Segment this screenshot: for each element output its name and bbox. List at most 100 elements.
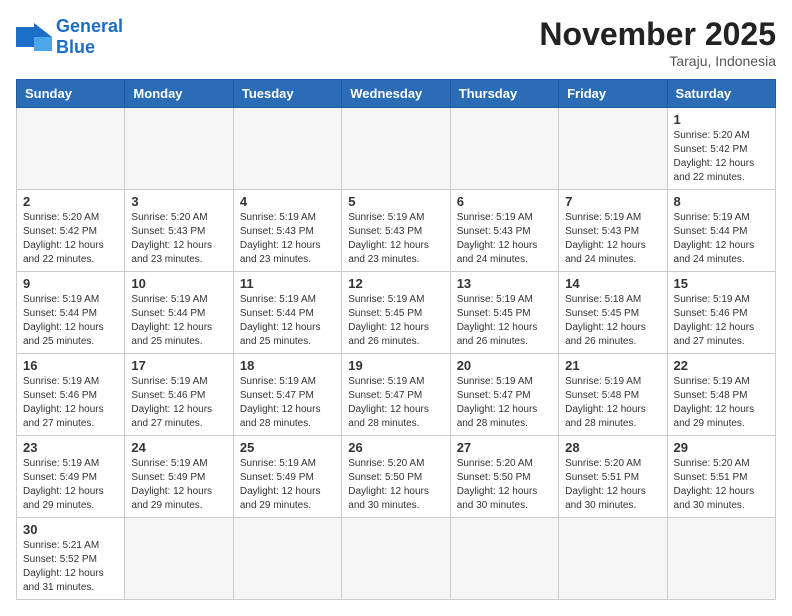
calendar-week-row: 16 Sunrise: 5:19 AM Sunset: 5:46 PM Dayli… bbox=[17, 354, 776, 436]
day-info: Sunrise: 5:20 AM Sunset: 5:50 PM Dayligh… bbox=[457, 457, 552, 513]
calendar-cell bbox=[233, 108, 341, 190]
calendar-cell: 29 Sunrise: 5:20 AM Sunset: 5:51 PM Dayli… bbox=[667, 436, 775, 518]
day-number: 28 bbox=[565, 440, 660, 455]
day-info: Sunrise: 5:19 AM Sunset: 5:49 PM Dayligh… bbox=[240, 457, 335, 513]
calendar-cell bbox=[667, 518, 775, 600]
calendar-cell: 6 Sunrise: 5:19 AM Sunset: 5:43 PM Daylig… bbox=[450, 190, 558, 272]
day-number: 19 bbox=[348, 358, 443, 373]
day-number: 8 bbox=[674, 194, 769, 209]
day-number: 1 bbox=[674, 112, 769, 127]
calendar-week-row: 30 Sunrise: 5:21 AM Sunset: 5:52 PM Dayli… bbox=[17, 518, 776, 600]
calendar-cell: 10 Sunrise: 5:19 AM Sunset: 5:44 PM Dayli… bbox=[125, 272, 233, 354]
day-info: Sunrise: 5:19 AM Sunset: 5:44 PM Dayligh… bbox=[674, 211, 769, 267]
calendar-cell bbox=[450, 108, 558, 190]
calendar-cell: 25 Sunrise: 5:19 AM Sunset: 5:49 PM Dayli… bbox=[233, 436, 341, 518]
calendar-cell: 28 Sunrise: 5:20 AM Sunset: 5:51 PM Dayli… bbox=[559, 436, 667, 518]
day-info: Sunrise: 5:20 AM Sunset: 5:50 PM Dayligh… bbox=[348, 457, 443, 513]
day-info: Sunrise: 5:19 AM Sunset: 5:44 PM Dayligh… bbox=[23, 293, 118, 349]
calendar-cell: 5 Sunrise: 5:19 AM Sunset: 5:43 PM Daylig… bbox=[342, 190, 450, 272]
day-number: 25 bbox=[240, 440, 335, 455]
calendar-cell: 17Sunrise: 5:19 AM Sunset: 5:46 PM Dayli… bbox=[125, 354, 233, 436]
day-number: 6 bbox=[457, 194, 552, 209]
calendar-cell: 8 Sunrise: 5:19 AM Sunset: 5:44 PM Daylig… bbox=[667, 190, 775, 272]
day-number: 24 bbox=[131, 440, 226, 455]
day-info: Sunrise: 5:20 AM Sunset: 5:43 PM Dayligh… bbox=[131, 211, 226, 267]
calendar-cell: 21 Sunrise: 5:19 AM Sunset: 5:48 PM Dayli… bbox=[559, 354, 667, 436]
logo-text: GeneralBlue bbox=[56, 16, 123, 57]
day-info: Sunrise: 5:19 AM Sunset: 5:46 PM Dayligh… bbox=[674, 293, 769, 349]
calendar-cell: 24 Sunrise: 5:19 AM Sunset: 5:49 PM Dayli… bbox=[125, 436, 233, 518]
location-subtitle: Taraju, Indonesia bbox=[539, 53, 776, 69]
calendar-cell: 12Sunrise: 5:19 AM Sunset: 5:45 PM Dayli… bbox=[342, 272, 450, 354]
calendar-cell: 27 Sunrise: 5:20 AM Sunset: 5:50 PM Dayli… bbox=[450, 436, 558, 518]
day-number: 23 bbox=[23, 440, 118, 455]
calendar-cell: 15 Sunrise: 5:19 AM Sunset: 5:46 PM Dayli… bbox=[667, 272, 775, 354]
calendar-cell: 2 Sunrise: 5:20 AM Sunset: 5:42 PM Daylig… bbox=[17, 190, 125, 272]
day-info: Sunrise: 5:21 AM Sunset: 5:52 PM Dayligh… bbox=[23, 539, 118, 595]
calendar-cell bbox=[233, 518, 341, 600]
calendar-cell: 16 Sunrise: 5:19 AM Sunset: 5:46 PM Dayli… bbox=[17, 354, 125, 436]
month-title: November 2025 bbox=[539, 16, 776, 53]
day-info: Sunrise: 5:19 AM Sunset: 5:43 PM Dayligh… bbox=[565, 211, 660, 267]
calendar-cell bbox=[450, 518, 558, 600]
weekday-header-row: SundayMondayTuesdayWednesdayThursdayFrid… bbox=[17, 80, 776, 108]
day-number: 21 bbox=[565, 358, 660, 373]
day-number: 27 bbox=[457, 440, 552, 455]
day-number: 16 bbox=[23, 358, 118, 373]
day-info: Sunrise: 5:19 AM Sunset: 5:47 PM Dayligh… bbox=[457, 375, 552, 431]
calendar-cell: 18 Sunrise: 5:19 AM Sunset: 5:47 PM Dayli… bbox=[233, 354, 341, 436]
day-number: 15 bbox=[674, 276, 769, 291]
day-number: 11 bbox=[240, 276, 335, 291]
calendar-cell: 22 Sunrise: 5:19 AM Sunset: 5:48 PM Dayli… bbox=[667, 354, 775, 436]
day-info: Sunrise: 5:19 AM Sunset: 5:47 PM Dayligh… bbox=[348, 375, 443, 431]
calendar-table: SundayMondayTuesdayWednesdayThursdayFrid… bbox=[16, 79, 776, 600]
calendar-cell: 4 Sunrise: 5:19 AM Sunset: 5:43 PM Daylig… bbox=[233, 190, 341, 272]
day-info: Sunrise: 5:18 AM Sunset: 5:45 PM Dayligh… bbox=[565, 293, 660, 349]
calendar-cell: 30 Sunrise: 5:21 AM Sunset: 5:52 PM Dayli… bbox=[17, 518, 125, 600]
calendar-cell bbox=[125, 108, 233, 190]
day-number: 2 bbox=[23, 194, 118, 209]
day-info: Sunrise: 5:19 AM Sunset: 5:48 PM Dayligh… bbox=[674, 375, 769, 431]
calendar-cell: 13Sunrise: 5:19 AM Sunset: 5:45 PM Dayli… bbox=[450, 272, 558, 354]
day-info: Sunrise: 5:20 AM Sunset: 5:51 PM Dayligh… bbox=[674, 457, 769, 513]
calendar-cell bbox=[559, 108, 667, 190]
calendar-cell: 7 Sunrise: 5:19 AM Sunset: 5:43 PM Daylig… bbox=[559, 190, 667, 272]
day-info: Sunrise: 5:20 AM Sunset: 5:51 PM Dayligh… bbox=[565, 457, 660, 513]
day-number: 4 bbox=[240, 194, 335, 209]
weekday-header: Sunday bbox=[17, 80, 125, 108]
day-info: Sunrise: 5:19 AM Sunset: 5:46 PM Dayligh… bbox=[23, 375, 118, 431]
day-info: Sunrise: 5:19 AM Sunset: 5:43 PM Dayligh… bbox=[457, 211, 552, 267]
day-number: 12 bbox=[348, 276, 443, 291]
day-number: 22 bbox=[674, 358, 769, 373]
day-number: 30 bbox=[23, 522, 118, 537]
day-info: Sunrise: 5:20 AM Sunset: 5:42 PM Dayligh… bbox=[23, 211, 118, 267]
day-info: Sunrise: 5:20 AM Sunset: 5:42 PM Dayligh… bbox=[674, 129, 769, 185]
day-info: Sunrise: 5:19 AM Sunset: 5:49 PM Dayligh… bbox=[23, 457, 118, 513]
calendar-cell: 1 Sunrise: 5:20 AM Sunset: 5:42 PM Daylig… bbox=[667, 108, 775, 190]
day-info: Sunrise: 5:19 AM Sunset: 5:49 PM Dayligh… bbox=[131, 457, 226, 513]
day-info: Sunrise: 5:19 AM Sunset: 5:48 PM Dayligh… bbox=[565, 375, 660, 431]
calendar-cell: 11Sunrise: 5:19 AM Sunset: 5:44 PM Dayli… bbox=[233, 272, 341, 354]
calendar-cell bbox=[342, 518, 450, 600]
day-number: 29 bbox=[674, 440, 769, 455]
calendar-week-row: 23 Sunrise: 5:19 AM Sunset: 5:49 PM Dayli… bbox=[17, 436, 776, 518]
day-info: Sunrise: 5:19 AM Sunset: 5:44 PM Dayligh… bbox=[131, 293, 226, 349]
weekday-header: Thursday bbox=[450, 80, 558, 108]
day-info: Sunrise: 5:19 AM Sunset: 5:47 PM Dayligh… bbox=[240, 375, 335, 431]
day-info: Sunrise: 5:19 AM Sunset: 5:45 PM Dayligh… bbox=[457, 293, 552, 349]
calendar-cell: 20 Sunrise: 5:19 AM Sunset: 5:47 PM Dayli… bbox=[450, 354, 558, 436]
day-number: 17 bbox=[131, 358, 226, 373]
day-info: Sunrise: 5:19 AM Sunset: 5:43 PM Dayligh… bbox=[240, 211, 335, 267]
calendar-cell: 3Sunrise: 5:20 AM Sunset: 5:43 PM Daylig… bbox=[125, 190, 233, 272]
day-number: 7 bbox=[565, 194, 660, 209]
calendar-cell bbox=[17, 108, 125, 190]
calendar-cell: 14 Sunrise: 5:18 AM Sunset: 5:45 PM Dayli… bbox=[559, 272, 667, 354]
day-number: 20 bbox=[457, 358, 552, 373]
day-info: Sunrise: 5:19 AM Sunset: 5:43 PM Dayligh… bbox=[348, 211, 443, 267]
day-number: 10 bbox=[131, 276, 226, 291]
weekday-header: Wednesday bbox=[342, 80, 450, 108]
day-number: 14 bbox=[565, 276, 660, 291]
day-number: 18 bbox=[240, 358, 335, 373]
weekday-header: Monday bbox=[125, 80, 233, 108]
day-number: 5 bbox=[348, 194, 443, 209]
